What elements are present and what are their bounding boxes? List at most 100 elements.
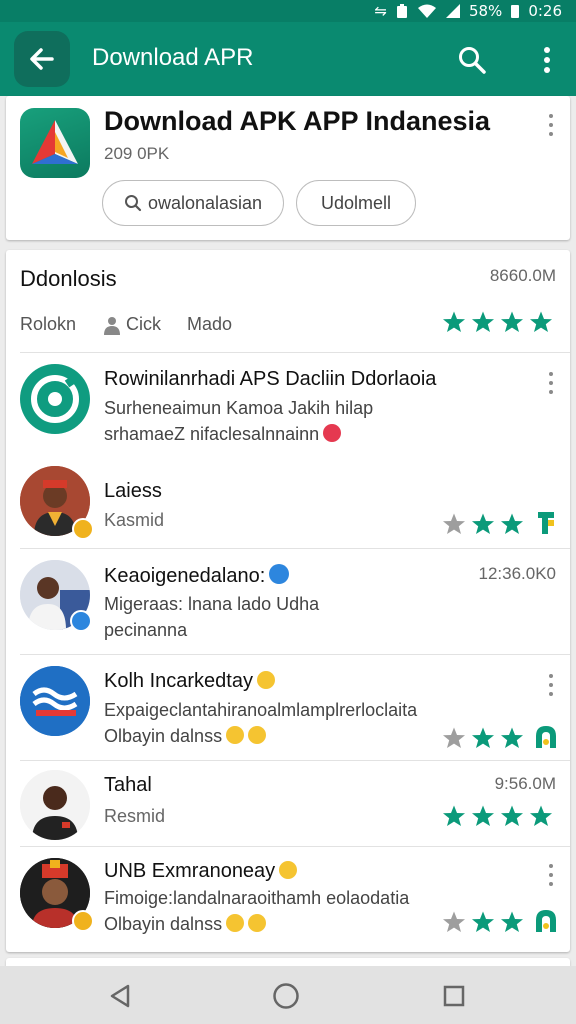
star-filled-icon [472,805,494,826]
clock: 0:26 [528,2,562,20]
list-item-line: pecinanna [104,620,188,640]
star-filled-icon [530,805,552,826]
list-item-line: srhamaeZ nifaclesalnnainn [104,424,342,445]
list-item-title: Laiess [104,480,162,502]
pin-icon[interactable] [534,510,558,536]
person-avatar-icon [20,770,90,840]
list-item-line: Expaigeclantahiranoalmlamplrerloclaita [104,700,418,720]
star-empty-icon [443,727,465,748]
status-bar: ⇋ 58% 0:26 [0,0,576,22]
system-nav-bar [0,966,576,1024]
star-filled-icon [472,513,494,534]
clap-emoji-icon [226,914,245,932]
person-icon [104,317,121,336]
list-item[interactable]: Rowinilanrhadi APS Dacliin Ddorlaoia Sur… [6,352,570,456]
clap-emoji-icon [226,726,245,744]
verified-badge-icon [72,518,94,540]
data-sync-icon: ⇋ [374,2,387,20]
pin-icon[interactable] [534,724,558,750]
search-button[interactable] [452,40,492,80]
list-item[interactable]: UNB Exmranoneay Fimoige:landalnaraoitham… [6,846,570,948]
clap-emoji-icon [248,914,267,932]
star-filled-icon [443,311,465,332]
pin-icon[interactable] [534,908,558,934]
app-list-card: Ddonlosis 8660.0M Rolokn Cick Mado Rowin… [6,250,570,952]
download-chip-label: Udolmell [320,192,392,213]
meta-item-click[interactable]: Cick [102,314,162,336]
list-item-line: Surheneaimun Kamoa Jakih hilap [104,398,374,418]
section-rating [442,310,553,334]
star-filled-icon [501,911,523,932]
nav-back-button[interactable] [104,980,136,1012]
app-logo[interactable] [20,108,90,178]
list-item-more-button[interactable] [546,674,556,696]
list-item-title: Rowinilanrhadi APS Dacliin Ddorlaoia [104,368,437,390]
list-item-title: Keaoigenedalano: [104,564,290,588]
next-card-edge [6,958,570,966]
nav-recents-button[interactable] [438,980,470,1012]
app-bar-title: Download APR [92,44,254,71]
meta-item: Rolokn [20,314,77,335]
overflow-menu-button[interactable] [532,40,562,80]
section-size: 8660.0M [489,266,556,285]
target-icon [31,374,79,423]
app-header-card: Download APK APP Indanesia 209 0PK owalo… [6,96,570,240]
search-chip-label: owalonalasian [147,192,263,213]
item-rating [442,910,524,934]
download-chip[interactable]: Udolmell [296,180,416,226]
battery-percent: 58% [468,2,503,20]
section-title: Ddonlosis [20,266,117,291]
square-recents-icon [443,985,465,1007]
list-item-more-button[interactable] [546,864,556,886]
star-empty-icon [443,513,465,534]
list-item-line: Fimoige:landalnaraoithamh eolaodatia [104,888,410,908]
list-item-title: UNB Exmranoneay [104,860,298,883]
app-name: Download APK APP Indanesia [104,106,491,136]
list-item[interactable]: Laiess Kasmid [6,456,570,548]
star-filled-icon [472,727,494,748]
item-rating [442,726,524,750]
nav-home-button[interactable] [270,980,302,1012]
search-chip[interactable]: owalonalasian [102,180,284,226]
list-item-time: 12:36.0K0 [478,564,556,583]
section-meta: Rolokn Cick Mado [20,314,233,336]
star-filled-icon [472,311,494,332]
circle-home-icon [273,983,299,1009]
star-filled-icon [501,311,523,332]
back-button[interactable] [14,31,70,87]
app-card-more-button[interactable] [546,114,556,136]
clap-emoji-icon [248,726,267,744]
battery-small-icon [396,4,407,18]
list-item[interactable]: Kolh Incarkedtay Expaigeclantahiranoalml… [6,654,570,760]
list-item[interactable]: Tahal 9:56.0M Resmid [6,760,570,846]
more-vert-icon [544,47,550,73]
list-item[interactable]: Keaoigenedalano: 12:36.0K0 Migeraas: lna… [6,548,570,654]
wifi-icon [417,4,436,18]
list-item-more-button[interactable] [546,372,556,394]
list-item-line: Olbayin dalnss [104,914,267,935]
app-bar: Download APR [0,22,576,96]
star-filled-icon [443,805,465,826]
smile-emoji-icon [256,671,275,689]
list-item-line: Kasmid [104,510,165,530]
alert-icon [323,424,342,442]
list-item-line: Resmid [104,806,166,826]
list-item-size: 9:56.0M [494,774,556,793]
verified-badge-icon [72,910,94,932]
avatar [20,770,90,840]
search-icon [124,195,142,212]
list-item-title: Kolh Incarkedtay [104,670,275,693]
smile-emoji-icon [279,861,298,879]
app-logo-icon [32,120,78,164]
meta-item: Mado [187,314,233,335]
battery-icon [511,5,520,18]
verified-icon [269,564,290,584]
star-filled-icon [501,513,523,534]
back-arrow-icon [30,48,54,70]
star-empty-icon [443,911,465,932]
meta-item: Cick [126,314,162,334]
triangle-back-icon [110,984,130,1008]
list-item-line: Olbayin dalnss [104,726,267,747]
app-icon-avatar [20,666,90,736]
item-rating [442,512,524,536]
